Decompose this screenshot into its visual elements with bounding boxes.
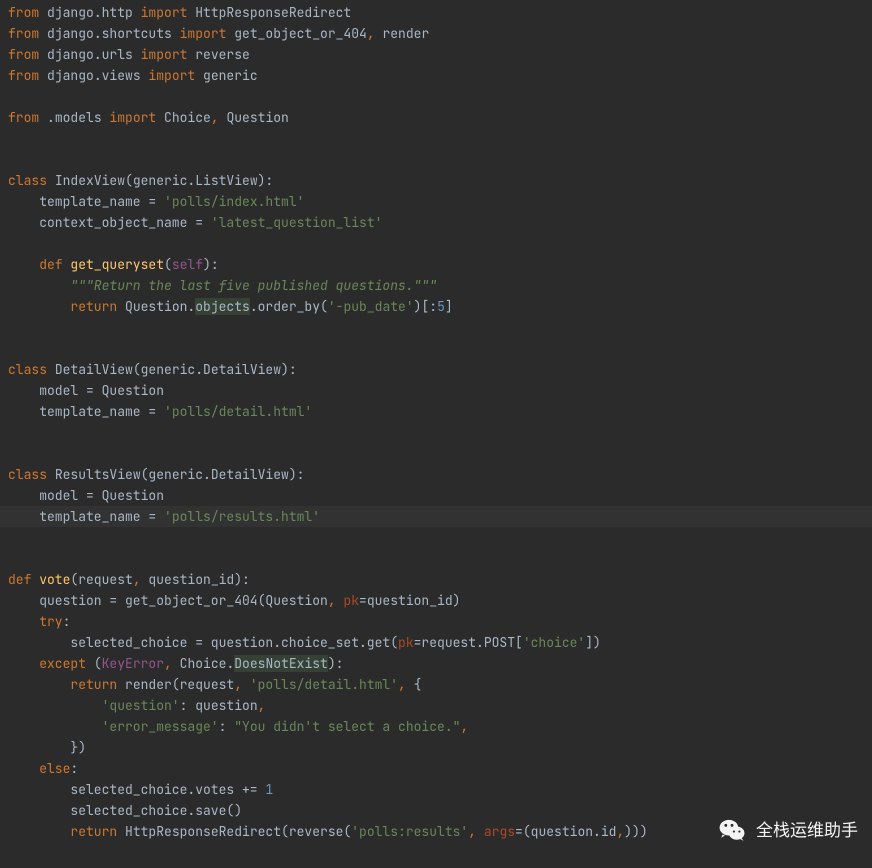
- code-line[interactable]: }): [8, 737, 872, 758]
- code-line[interactable]: [8, 86, 872, 107]
- code-line[interactable]: [8, 527, 872, 548]
- code-line[interactable]: [8, 548, 872, 569]
- code-line[interactable]: return render(request, 'polls/detail.htm…: [8, 674, 872, 695]
- code-line[interactable]: [8, 128, 872, 149]
- watermark-text: 全栈运维助手: [756, 820, 858, 841]
- code-line[interactable]: selected_choice = question.choice_set.ge…: [8, 632, 872, 653]
- code-line[interactable]: except (KeyError, Choice.DoesNotExist):: [8, 653, 872, 674]
- code-line[interactable]: """Return the last five published questi…: [8, 275, 872, 296]
- watermark: 全栈运维助手: [718, 816, 858, 844]
- wechat-icon: [718, 816, 746, 844]
- code-line[interactable]: model = Question: [8, 485, 872, 506]
- code-line[interactable]: [8, 233, 872, 254]
- code-line[interactable]: from django.urls import reverse: [8, 44, 872, 65]
- code-line[interactable]: def get_queryset(self):: [8, 254, 872, 275]
- code-line[interactable]: def vote(request, question_id):: [8, 569, 872, 590]
- code-line[interactable]: 'error_message': "You didn't select a ch…: [8, 716, 872, 737]
- code-line[interactable]: from django.views import generic: [8, 65, 872, 86]
- code-line[interactable]: template_name = 'polls/detail.html': [8, 401, 872, 422]
- code-editor[interactable]: from django.http import HttpResponseRedi…: [0, 0, 872, 842]
- code-line[interactable]: [8, 317, 872, 338]
- code-line[interactable]: model = Question: [8, 380, 872, 401]
- code-line[interactable]: from django.shortcuts import get_object_…: [8, 23, 872, 44]
- code-line[interactable]: class ResultsView(generic.DetailView):: [8, 464, 872, 485]
- code-line[interactable]: 'question': question,: [8, 695, 872, 716]
- code-line[interactable]: class IndexView(generic.ListView):: [8, 170, 872, 191]
- code-line[interactable]: context_object_name = 'latest_question_l…: [8, 212, 872, 233]
- code-line[interactable]: from django.http import HttpResponseRedi…: [8, 2, 872, 23]
- code-line[interactable]: [8, 422, 872, 443]
- code-line[interactable]: template_name = 'polls/index.html': [8, 191, 872, 212]
- code-line[interactable]: template_name = 'polls/results.html': [8, 506, 872, 527]
- code-line[interactable]: question = get_object_or_404(Question, p…: [8, 590, 872, 611]
- code-line[interactable]: return Question.objects.order_by('-pub_d…: [8, 296, 872, 317]
- code-line[interactable]: class DetailView(generic.DetailView):: [8, 359, 872, 380]
- code-line[interactable]: [8, 443, 872, 464]
- code-line[interactable]: [8, 338, 872, 359]
- code-line[interactable]: else:: [8, 758, 872, 779]
- code-line[interactable]: from .models import Choice, Question: [8, 107, 872, 128]
- code-line[interactable]: try:: [8, 611, 872, 632]
- code-line[interactable]: selected_choice.votes += 1: [8, 779, 872, 800]
- code-line[interactable]: [8, 149, 872, 170]
